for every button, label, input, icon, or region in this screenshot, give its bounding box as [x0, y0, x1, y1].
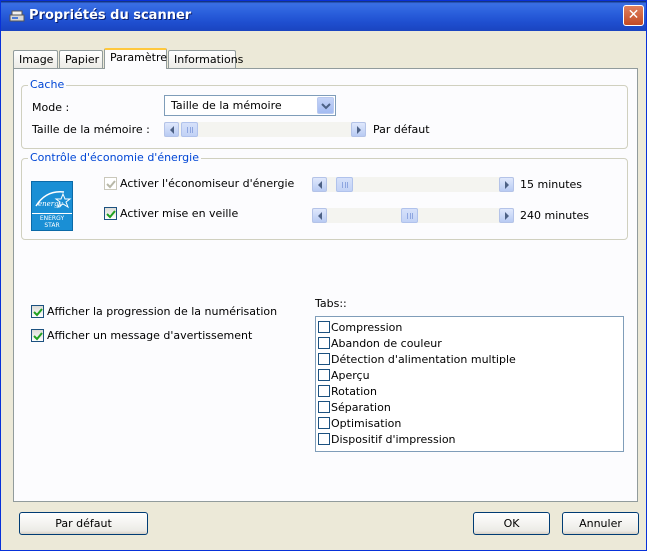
list-item-label: Rotation [331, 385, 378, 398]
window-title: Propriétés du scanner [29, 8, 192, 23]
mode-select[interactable]: Taille de la mémoire [164, 95, 336, 116]
default-button-label: Par défaut [55, 517, 112, 530]
memory-size-label: Taille de la mémoire : [32, 123, 150, 136]
close-icon: ✕ [627, 7, 640, 23]
list-item-checkbox[interactable] [318, 433, 330, 445]
list-item-label: Aperçu [331, 369, 370, 382]
tab-papier[interactable]: Papier [59, 50, 103, 68]
title-bar[interactable]: Propriétés du scanner ✕ [1, 1, 646, 31]
mode-select-value: Taille de la mémoire [171, 99, 282, 112]
arrow-right-icon[interactable] [351, 122, 366, 137]
tab-informations[interactable]: Informations [168, 50, 243, 68]
tabs-listbox[interactable]: Compression Abandon de couleur Détection… [315, 316, 624, 452]
energy-saver-checkbox[interactable] [104, 177, 117, 190]
ok-button[interactable]: OK [473, 512, 550, 535]
energy-star-logo: energy ENERGY STAR [31, 181, 73, 231]
cancel-button-label: Annuler [579, 517, 622, 530]
cache-group-label: Cache [28, 78, 67, 91]
tab-label: Papier [65, 53, 100, 66]
list-item-checkbox[interactable] [318, 321, 330, 333]
tab-label: Paramètre [110, 51, 167, 64]
memory-size-slider[interactable] [164, 122, 366, 137]
list-item-label: Détection d'alimentation multiple [331, 353, 516, 366]
show-warning-label: Afficher un message d'avertissement [47, 329, 253, 342]
svg-text:energy: energy [38, 200, 64, 208]
mode-label: Mode : [32, 101, 70, 114]
sleep-mode-slider[interactable] [312, 208, 514, 223]
energy-group: Contrôle d'économie d'énergie [21, 151, 628, 240]
sleep-mode-label: Activer mise en veille [120, 207, 239, 220]
energy-saver-value: 15 minutes [520, 178, 583, 191]
slider-thumb[interactable] [336, 177, 353, 192]
close-button[interactable]: ✕ [623, 5, 644, 26]
slider-thumb[interactable] [181, 122, 198, 137]
list-item-checkbox[interactable] [318, 337, 330, 349]
arrow-right-icon[interactable] [499, 208, 514, 223]
list-item-label: Compression [331, 321, 403, 334]
sleep-mode-value: 240 minutes [520, 209, 590, 222]
list-item-label: Optimisation [331, 417, 402, 430]
scanner-icon [9, 10, 25, 22]
energy-group-label: Contrôle d'économie d'énergie [28, 151, 201, 164]
default-button[interactable]: Par défaut [19, 512, 148, 535]
sleep-mode-checkbox[interactable] [104, 207, 117, 220]
list-item-checkbox[interactable] [318, 417, 330, 429]
cache-group: Cache Mode : Taille de la mémoire Taille… [21, 78, 628, 149]
tab-parametre[interactable]: Paramètre [104, 48, 167, 69]
tabs-list-label: Tabs:: [315, 297, 347, 310]
show-progress-label: Afficher la progression de la numérisati… [47, 305, 278, 318]
arrow-left-icon[interactable] [164, 122, 179, 137]
tab-image[interactable]: Image [13, 50, 58, 68]
tab-label: Image [19, 53, 54, 66]
memory-size-value: Par défaut [373, 123, 430, 136]
show-progress-checkbox[interactable] [31, 305, 44, 318]
arrow-right-icon[interactable] [499, 177, 514, 192]
cancel-button[interactable]: Annuler [562, 512, 639, 535]
list-item-checkbox[interactable] [318, 353, 330, 365]
list-item-label: Séparation [331, 401, 391, 414]
arrow-left-icon[interactable] [312, 177, 327, 192]
energy-saver-slider[interactable] [312, 177, 514, 192]
scanner-properties-dialog: Propriétés du scanner ✕ Image Papier Par… [0, 0, 647, 551]
list-item-checkbox[interactable] [318, 385, 330, 397]
chevron-down-icon[interactable] [317, 97, 334, 114]
energy-saver-label: Activer l'économiseur d'énergie [120, 177, 295, 190]
arrow-left-icon[interactable] [312, 208, 327, 223]
slider-thumb[interactable] [401, 208, 418, 223]
list-item-label: Dispositif d'impression [331, 433, 456, 446]
show-warning-checkbox[interactable] [31, 329, 44, 342]
tab-panel-parametre: Cache Mode : Taille de la mémoire Taille… [13, 68, 638, 502]
list-item-label: Abandon de couleur [331, 337, 442, 350]
ok-button-label: OK [503, 517, 520, 530]
energy-star-text: ENERGY STAR [32, 213, 72, 229]
tab-label: Informations [174, 53, 244, 66]
list-item-checkbox[interactable] [318, 369, 330, 381]
list-item-checkbox[interactable] [318, 401, 330, 413]
